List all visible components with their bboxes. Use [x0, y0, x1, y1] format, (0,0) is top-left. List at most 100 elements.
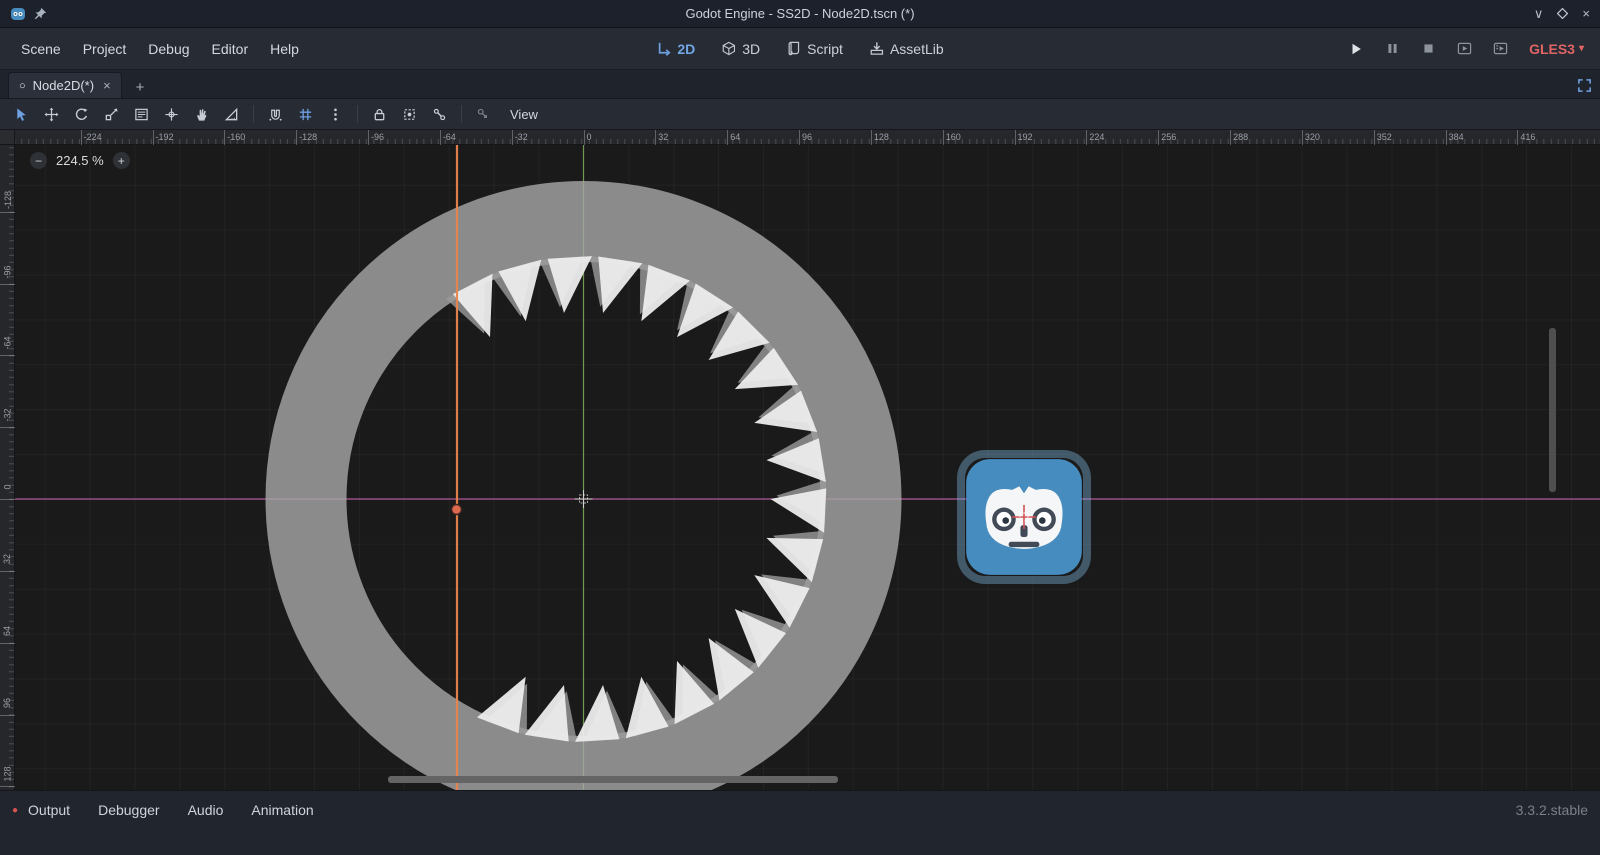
zoom-widget: − 224.5 % +: [30, 152, 130, 169]
editor-tab-3d[interactable]: 3D: [711, 36, 770, 62]
pause-button[interactable]: [1379, 37, 1405, 61]
distraction-free-mode-button[interactable]: [1577, 78, 1592, 93]
bottom-tab-audio[interactable]: Audio: [176, 798, 236, 822]
move-tool-button[interactable]: [38, 102, 65, 127]
stop-button[interactable]: [1415, 37, 1441, 61]
view-menu-button[interactable]: View: [500, 103, 548, 126]
ruler-tick: [1446, 130, 1447, 145]
menu-editor[interactable]: Editor: [201, 35, 260, 63]
ruler-label: 288: [1233, 132, 1248, 142]
ruler-label: -96: [371, 132, 384, 142]
scene-tab-close-icon[interactable]: ×: [103, 78, 111, 93]
snap-options-menu-button[interactable]: [322, 102, 349, 127]
ruler-tick: [655, 130, 656, 145]
ruler-label: -192: [156, 132, 174, 142]
smart-snap-toggle[interactable]: [262, 102, 289, 127]
window-close-button[interactable]: ×: [1582, 7, 1590, 20]
ruler-label: 384: [1449, 132, 1464, 142]
editor-tab-assetlib[interactable]: AssetLib: [859, 36, 954, 62]
play-scene-button[interactable]: [1451, 37, 1477, 61]
menu-project[interactable]: Project: [72, 35, 138, 63]
window-minimize-button[interactable]: ∨: [1534, 7, 1544, 20]
playback-controls: GLES3 ▾: [1343, 37, 1590, 61]
canvas-toolbar: View: [0, 99, 1600, 130]
ruler-tool-button[interactable]: [218, 102, 245, 127]
ruler-label: 64: [0, 616, 15, 646]
ruler-label: 96: [0, 688, 15, 718]
bottom-panel-bar: ● Output Debugger Audio Animation 3.3.2.…: [0, 790, 1600, 855]
play-button[interactable]: [1343, 37, 1369, 61]
ruler-vertical[interactable]: -128-96-64-320326496128: [0, 130, 15, 790]
ring-tooth: [525, 685, 569, 742]
menu-scene[interactable]: Scene: [10, 35, 72, 63]
ruler-label: 256: [1161, 132, 1176, 142]
ruler-label: -224: [84, 132, 102, 142]
renderer-select[interactable]: GLES3 ▾: [1523, 38, 1590, 60]
pan-tool-button[interactable]: [188, 102, 215, 127]
godot-editor-window: Godot Engine - SS2D - Node2D.tscn (*) ∨ …: [0, 0, 1600, 855]
guide-anchor-dot[interactable]: [452, 505, 462, 515]
ruler-tick: [943, 130, 944, 145]
ruler-label: 160: [946, 132, 961, 142]
play-custom-scene-button[interactable]: [1487, 37, 1513, 61]
bottom-tab-animation[interactable]: Animation: [239, 798, 325, 822]
grid-snap-toggle[interactable]: [292, 102, 319, 127]
new-scene-tab-button[interactable]: +: [130, 77, 151, 98]
zoom-in-button[interactable]: +: [113, 152, 130, 169]
node2d-icon: ○: [19, 80, 26, 92]
pin-icon[interactable]: [34, 7, 47, 20]
scale-tool-button[interactable]: [98, 102, 125, 127]
toolbar-separator: [357, 105, 358, 123]
ruler-label: -96: [0, 257, 15, 287]
horizontal-scrollbar-thumb[interactable]: [388, 776, 838, 783]
3d-icon: [721, 41, 736, 56]
ruler-tick: [871, 130, 872, 145]
skeleton-options-button[interactable]: [470, 102, 497, 127]
scene-layer[interactable]: [0, 130, 1600, 790]
ruler-tick: [1158, 130, 1159, 145]
lock-button[interactable]: [366, 102, 393, 127]
editor-tab-2d[interactable]: 2D: [646, 36, 705, 62]
ruler-label: 192: [1018, 132, 1033, 142]
ruler-label: 128: [0, 759, 15, 789]
select-tool-button[interactable]: [8, 102, 35, 127]
rotate-tool-button[interactable]: [68, 102, 95, 127]
ruler-label: 64: [730, 132, 740, 142]
ruler-label: 0: [587, 132, 592, 142]
bone-button[interactable]: [426, 102, 453, 127]
vertical-scrollbar-thumb[interactable]: [1549, 328, 1556, 492]
zoom-out-button[interactable]: −: [30, 152, 47, 169]
ruler-label: -160: [227, 132, 245, 142]
ruler-label: -128: [0, 185, 15, 215]
title-bar: Godot Engine - SS2D - Node2D.tscn (*) ∨ …: [0, 0, 1600, 28]
ruler-horizontal[interactable]: -224-192-160-128-96-64-32032649612816019…: [0, 130, 1600, 145]
ruler-tick: [368, 130, 369, 145]
ruler-tick: [799, 130, 800, 145]
viewport-canvas[interactable]: -224-192-160-128-96-64-32032649612816019…: [0, 130, 1600, 790]
group-button[interactable]: [396, 102, 423, 127]
zoom-level-label[interactable]: 224.5 %: [56, 153, 104, 168]
ruler-tick: [153, 130, 154, 145]
editor-tab-script[interactable]: Script: [776, 36, 853, 62]
editor-switcher: 2D 3D Script AssetLib: [646, 36, 953, 62]
editor-tab-2d-label: 2D: [677, 41, 695, 57]
ruler-tick: [1302, 130, 1303, 145]
bottom-tab-output[interactable]: Output: [16, 798, 82, 822]
window-maximize-button[interactable]: [1557, 8, 1568, 19]
bottom-tab-debugger[interactable]: Debugger: [86, 798, 172, 822]
ruler-label: -64: [443, 132, 456, 142]
scene-tab-node2d[interactable]: ○ Node2D(*) ×: [8, 72, 122, 98]
ruler-tick: [1086, 130, 1087, 145]
ruler-tick: [512, 130, 513, 145]
ring-tooth: [598, 257, 642, 314]
ruler-label: 352: [1377, 132, 1392, 142]
godot-app-icon: [10, 6, 26, 22]
menu-debug[interactable]: Debug: [137, 35, 200, 63]
ruler-tick: [440, 130, 441, 145]
godot-icon-sprite[interactable]: [965, 458, 1083, 576]
sprite-position-gizmo[interactable]: [1011, 504, 1037, 530]
pivot-tool-button[interactable]: [158, 102, 185, 127]
list-select-tool-button[interactable]: [128, 102, 155, 127]
ruler-label: 416: [1520, 132, 1535, 142]
menu-help[interactable]: Help: [259, 35, 310, 63]
